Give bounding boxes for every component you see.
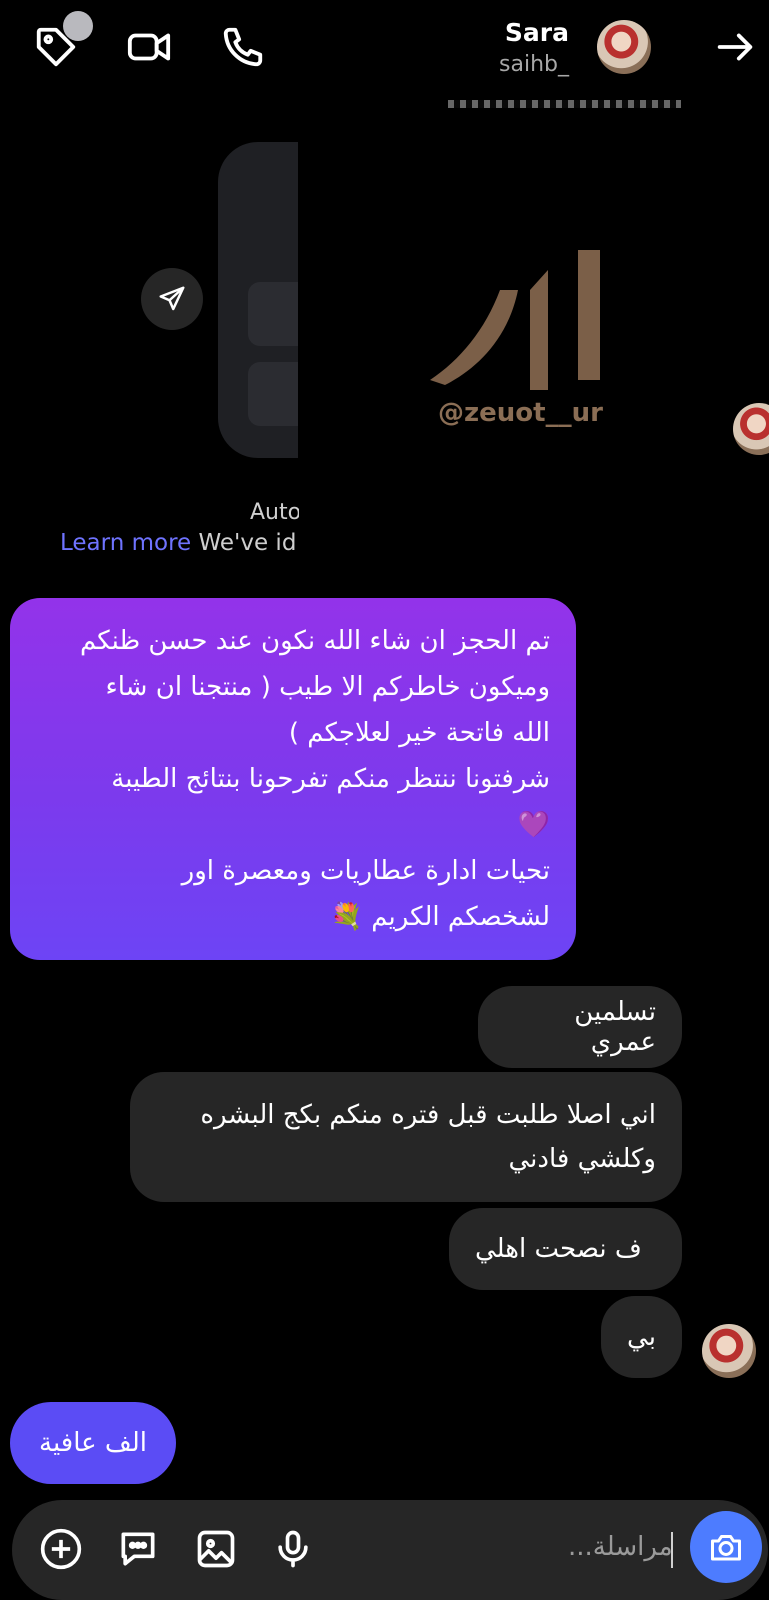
contact-avatar[interactable] — [597, 20, 651, 74]
message-line: تحيات ادارة عطاريات ومعصرة اور — [181, 856, 550, 886]
contact-avatar-small[interactable] — [702, 1324, 756, 1378]
message-bubble-received[interactable]: ف نصحت اهلي — [449, 1208, 682, 1290]
message-input[interactable]: مراسلة... — [568, 1532, 673, 1562]
arrow-right-icon[interactable] — [710, 22, 760, 72]
plus-icon[interactable] — [34, 1522, 88, 1576]
message-bubble-received[interactable]: تسلمين عمري — [478, 986, 682, 1068]
message-line: تم الحجز ان شاء الله نكون عند حسن ظنكم — [79, 626, 550, 656]
message-line: الله فاتحة خير لعلاجكم ) — [288, 718, 550, 748]
phone-call-icon[interactable] — [218, 22, 268, 72]
brand-handle: @zeuot__ur — [438, 398, 603, 428]
message-line: وميكون خاطركم الا طيب ( منتجنا ان شاء — [105, 672, 550, 702]
microphone-icon[interactable] — [266, 1522, 320, 1576]
send-icon[interactable] — [141, 268, 203, 330]
brand-logo — [430, 250, 600, 390]
message-bubble-sent[interactable]: الف عافية — [10, 1402, 176, 1484]
auto-notice: Auto — [250, 500, 299, 525]
chat-header: Sara saihb_ — [0, 0, 769, 100]
contact-name[interactable]: Sara — [505, 18, 569, 47]
message-bubble-received[interactable]: بي — [601, 1296, 682, 1378]
sticker-icon[interactable] — [111, 1522, 165, 1576]
notice-text: We've id — [198, 530, 297, 556]
text-cursor — [671, 1532, 673, 1568]
notification-dot — [63, 11, 93, 41]
learn-more-link[interactable]: Learn more — [60, 530, 191, 556]
video-call-icon[interactable] — [124, 22, 174, 72]
message-line: لشخصكم الكريم 💐 — [330, 902, 550, 932]
contact-username[interactable]: saihb_ — [499, 52, 569, 77]
shared-post-caption-strip — [448, 100, 681, 108]
message-line: 💜 — [517, 810, 550, 840]
sender-avatar — [733, 403, 769, 455]
gallery-icon[interactable] — [189, 1522, 243, 1576]
message-bubble-received[interactable]: اني اصلا طلبت قبل فتره منكم بكج البشره و… — [130, 1072, 682, 1202]
shared-post-preview[interactable] — [218, 142, 298, 458]
camera-icon[interactable] — [690, 1511, 762, 1583]
notice-row: Learn more We've id — [60, 530, 300, 556]
message-line: شرفتونا ننتظر منكم تفرحونا بنتائج الطيبة — [111, 764, 550, 794]
message-bubble-sent[interactable]: تم الحجز ان شاء الله نكون عند حسن ظنكم و… — [10, 598, 576, 960]
